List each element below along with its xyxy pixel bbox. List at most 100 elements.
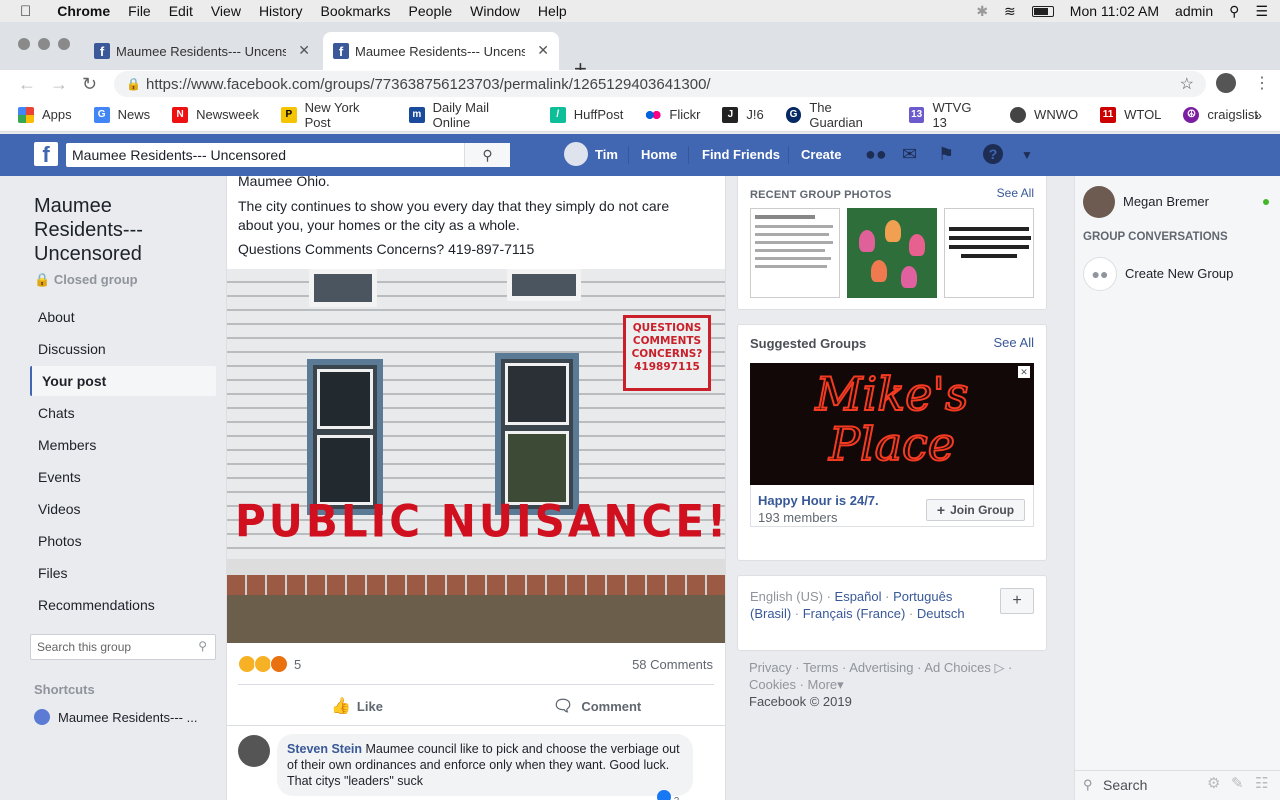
search-icon[interactable]: ⚲ [198,639,207,653]
search-icon[interactable]: ⚲ [464,143,510,167]
menu-window[interactable]: Window [470,3,520,19]
nav-photos[interactable]: Photos [30,526,216,556]
apple-icon[interactable]:  [20,3,31,20]
language-link[interactable]: Español [835,589,882,604]
nav-find-friends-link[interactable]: Find Friends [702,147,780,162]
close-tab-icon[interactable]: ✕ [298,42,310,59]
notifications-bell-icon[interactable]: ⚑ [938,144,954,165]
facebook-search-input[interactable]: Maumee Residents--- Uncensored ⚲ [66,143,510,167]
nav-files[interactable]: Files [30,558,216,588]
shortcut-group-link[interactable]: Maumee Residents--- ... [34,709,216,725]
bookmark-huffpost[interactable]: / HuffPost [549,106,623,123]
nav-about[interactable]: About [30,302,216,332]
create-new-group-link[interactable]: Create New Group [1125,266,1233,281]
nav-discussion[interactable]: Discussion [30,334,216,364]
bookmark-wtol[interactable]: 11 WTOL [1100,106,1161,123]
group-title[interactable]: Maumee Residents--- Uncensored [34,194,216,266]
profile-icon[interactable] [1216,73,1236,93]
menu-help[interactable]: Help [538,3,567,19]
more-bookmarks-icon[interactable]: » [1254,107,1262,123]
group-search-input[interactable]: Search this group ⚲ [30,634,216,660]
suggested-group-name-link[interactable]: Happy Hour is 24/7. [758,493,879,508]
spotlight-icon[interactable]: ⚲ [1229,3,1239,20]
user-menu[interactable]: admin [1175,3,1213,19]
menu-edit[interactable]: Edit [169,3,193,19]
browser-tab[interactable]: f Maumee Residents--- Uncenso ✕ [84,32,320,70]
back-icon[interactable]: ← [18,74,36,95]
nav-your-post[interactable]: Your post [30,366,216,396]
wifi-icon[interactable]: ≋ [1004,3,1016,20]
bookmark-star-icon[interactable]: ☆ [1180,74,1194,94]
bookmark-apps[interactable]: Apps [18,106,72,123]
friend-requests-icon[interactable]: ●● [865,144,887,165]
like-button[interactable]: 👍 Like [331,696,383,716]
user-avatar[interactable] [564,142,588,166]
nav-events[interactable]: Events [30,462,216,492]
recent-photos-see-all-link[interactable]: See All [997,186,1034,200]
nav-members[interactable]: Members [30,430,216,460]
commenter-avatar[interactable] [238,735,270,767]
menu-history[interactable]: History [259,3,303,19]
nav-videos[interactable]: Videos [30,494,216,524]
footer-terms-link[interactable]: Terms [803,660,838,675]
menu-file[interactable]: File [128,3,151,19]
contact-avatar[interactable] [1083,186,1115,218]
messenger-icon[interactable]: ✉ [902,144,917,165]
language-link[interactable]: Deutsch [917,606,965,621]
comment-author-link[interactable]: Steven Stein [287,742,362,756]
account-menu-chevron-down-icon[interactable]: ▼ [1021,148,1033,162]
zoom-window-button[interactable] [58,38,70,50]
reload-icon[interactable]: ↻ [82,74,97,95]
nav-profile-link[interactable]: Tim [595,147,618,162]
search-icon[interactable]: ⚲ [1083,777,1093,793]
bookmark-flickr[interactable]: Flickr [645,106,700,123]
chat-search-input[interactable]: Search [1103,777,1147,793]
nav-chats[interactable]: Chats [30,398,216,428]
suggested-groups-see-all-link[interactable]: See All [994,335,1034,350]
menu-chrome[interactable]: Chrome [57,3,110,19]
join-group-button[interactable]: + Join Group [926,499,1025,521]
footer-cookies-link[interactable]: Cookies [749,677,796,692]
language-link[interactable]: Français (France) [803,606,906,621]
facebook-logo-icon[interactable]: f [34,142,58,167]
bluetooth-icon[interactable]: ✱ [976,3,988,20]
footer-ad-choices-link[interactable]: Ad Choices [924,660,990,675]
help-icon[interactable]: ? [983,144,1003,164]
bookmark-wtvg[interactable]: 13 WTVG 13 [908,100,988,130]
bookmark-dailymail[interactable]: m Daily Mail Online [409,100,528,130]
reaction-summary[interactable]: 5 [238,655,301,673]
bookmark-guardian[interactable]: G The Guardian [785,100,887,130]
bookmark-wnwo[interactable]: WNWO [1010,106,1078,123]
forward-icon[interactable]: → [50,74,68,95]
notification-center-icon[interactable]: ☰ [1255,3,1268,20]
clock[interactable]: Mon 11:02 AM [1070,3,1159,19]
bookmark-newsweek[interactable]: N Newsweek [172,106,259,123]
photo-thumbnail[interactable] [750,208,840,298]
footer-privacy-link[interactable]: Privacy [749,660,792,675]
minimize-window-button[interactable] [38,38,50,50]
create-group-icon[interactable]: ●● [1083,257,1117,291]
comments-count-link[interactable]: 58 Comments [632,657,713,672]
close-tab-icon[interactable]: ✕ [537,42,549,59]
sidebar-toggle-icon[interactable]: ☷ [1255,774,1268,792]
suggested-group-cover[interactable]: Mike's Place ✕ [750,363,1034,485]
nav-recommendations[interactable]: Recommendations [30,590,216,620]
close-window-button[interactable] [18,38,30,50]
menu-people[interactable]: People [409,3,453,19]
settings-gear-icon[interactable]: ⚙ [1207,774,1220,792]
bookmark-news[interactable]: G News [93,106,150,123]
bookmark-j16[interactable]: J J!6 [722,106,764,123]
bookmark-craigslist[interactable]: ☮ craigslist [1183,106,1258,123]
photo-thumbnail[interactable] [847,208,937,298]
photo-thumbnail[interactable] [944,208,1034,298]
footer-advertising-link[interactable]: Advertising [849,660,913,675]
comment-likes[interactable]: 2 [657,790,679,800]
menu-bookmarks[interactable]: Bookmarks [321,3,391,19]
battery-icon[interactable] [1031,5,1054,17]
dismiss-suggestion-close-icon[interactable]: ✕ [1018,366,1030,378]
menu-view[interactable]: View [211,3,241,19]
post-photo[interactable]: QUESTIONS COMMENTS CONCERNS? 419897115 P… [227,269,725,643]
menu-dots-icon[interactable]: ⋮ [1254,73,1270,93]
browser-tab-active[interactable]: f Maumee Residents--- Uncenso ✕ [323,32,559,70]
nav-home-link[interactable]: Home [641,147,677,162]
